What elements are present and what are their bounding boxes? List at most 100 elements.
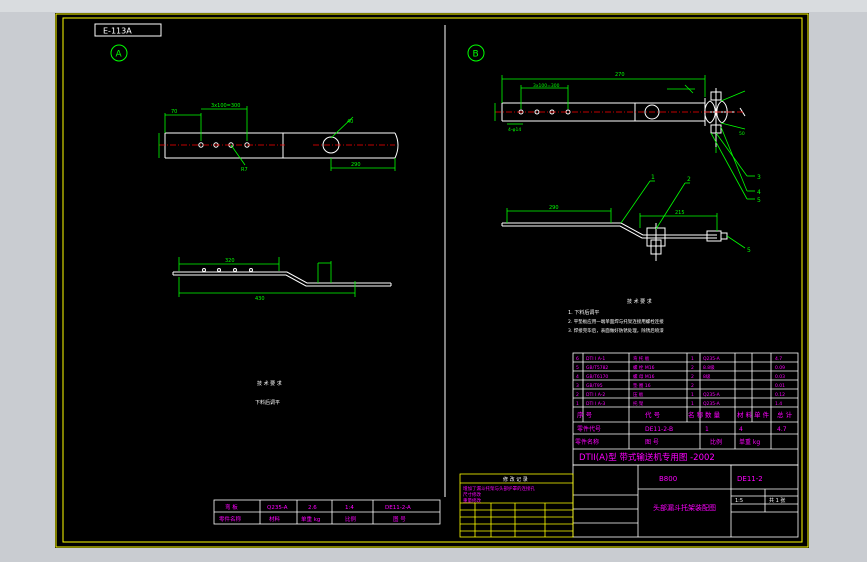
small-table-r2c1: 零件名称 (219, 515, 242, 523)
dim-a-3x100: 3x100=300 (211, 103, 240, 109)
small-table-r2c4: 比例 (345, 515, 357, 523)
drawing-canvas[interactable]: E-113A A B 70 3x100=300 R7 290 40 320 43… (55, 13, 809, 548)
right-notes-line1: 1. 下料后调平 (568, 309, 599, 316)
bom-cell: 3 (576, 383, 579, 389)
bom-h-4: 数 量 (705, 410, 721, 419)
dim-a-290: 290 (351, 162, 361, 168)
change-line2: 尺寸修改 (463, 491, 481, 498)
bom-h-3: 名 称 (688, 410, 704, 419)
title-scale: 1:5 (735, 498, 743, 504)
bom-cell: 2 (691, 365, 694, 371)
bom-h-1: 序 号 (577, 410, 593, 419)
dim-a-430: 430 (255, 296, 265, 302)
bom-cell: 2 (576, 392, 579, 398)
view-a-label: A (116, 50, 123, 60)
change-line3: 重量修改 (463, 497, 481, 504)
bom-r3-4: 单重 kg (739, 438, 760, 446)
bom-cell: Q235-A (703, 392, 721, 398)
bom-cell: GB/T95 (586, 383, 603, 389)
bom-cell: 6 (576, 356, 579, 362)
bom-cell: DTI I A-3 (586, 401, 605, 407)
small-table-r2c3: 单重 kg (301, 515, 320, 523)
bom-cell: 1 (576, 401, 579, 407)
bom-cell: GB/T6170 (586, 374, 608, 380)
bom-cell: 4 (576, 374, 579, 380)
view-a-side (172, 268, 392, 287)
bom-cell: 0.03 (775, 374, 785, 380)
bom-cell: 8级 (703, 373, 711, 380)
bom-cell: 0.01 (775, 383, 785, 389)
right-notes-line2: 2. 平垫板应用一端单面焊与托架连接用螺栓连接 (568, 318, 664, 325)
small-table-r1c5: DE11-2-A (385, 505, 411, 511)
bom-cell: 1 (691, 392, 694, 398)
bom-h-5: 材 料 (737, 410, 753, 419)
small-table (213, 499, 441, 525)
left-notes-line1: 下料后调平 (255, 399, 280, 406)
bom-cell: 4.7 (775, 356, 782, 362)
dim-b-4phi14: 4-φ14 (508, 127, 521, 133)
dim-a-320: 320 (225, 258, 235, 264)
cad-viewport: E-113A A B 70 3x100=300 R7 290 40 320 43… (0, 0, 867, 562)
small-table-r2c2: 材料 (269, 515, 281, 523)
bom-cell: 0.12 (775, 392, 785, 398)
small-table-r1c4: 1:4 (345, 505, 354, 511)
view-a-side-dims (178, 257, 356, 297)
view-a-plan (159, 132, 399, 159)
bom-cell: 8.8级 (703, 364, 715, 371)
small-table-r2c5: 图 号 (393, 515, 406, 523)
title-code: B800 (659, 475, 677, 483)
small-table-r1c2: Q235-A (267, 505, 288, 511)
bom-h-7: 总 计 (777, 410, 793, 419)
bom-cell: 5 (576, 365, 579, 371)
bom-cell: DTI I A-1 (586, 356, 605, 362)
bom-cell: 垫 圈 16 (633, 382, 651, 389)
bom-h2-3: 1 (705, 426, 709, 433)
bom-cell: GB/T5782 (586, 365, 608, 371)
title-main: DTII(A)型 带式输送机专用图 -2002 (579, 452, 715, 463)
change-line1: 增加了漏斗托架与头部护罩的连接孔 (463, 485, 535, 492)
bom-cell: 弯 托 板 (633, 355, 650, 362)
title-sheet: 共 1 张 (769, 497, 785, 504)
dim-b-3x100: 3x100=300 (533, 83, 560, 89)
dim-b-290: 290 (549, 205, 559, 211)
dim-a-40: 40 (347, 119, 353, 125)
title-block-grid (572, 464, 799, 538)
change-table-grid (459, 473, 574, 538)
drawing-code: E-113A (103, 27, 132, 36)
bom-cell: Q235-A (703, 401, 721, 407)
drawing-svg: E-113A A B 70 3x100=300 R7 290 40 320 43… (55, 13, 809, 548)
right-notes-heading: 技 术 要 求 (627, 298, 652, 305)
dim-b-50: 50 (739, 131, 745, 137)
inner-frame (62, 17, 803, 543)
small-table-r1c1: 弯 板 (225, 503, 238, 511)
small-table-r2c1-ref: 零件名称 (575, 438, 599, 446)
bom-cell: Q235-A (703, 356, 721, 362)
view-b-plan (501, 88, 746, 147)
bom-cell: 螺 母 M16 (633, 373, 655, 380)
bom-cell: 螺 栓 M16 (633, 364, 655, 371)
bom-cell: 2 (691, 383, 694, 389)
view-b-side (501, 222, 728, 261)
bom-h2-2: DE11-2-B (645, 426, 673, 433)
small-table-r1c3: 2.6 (308, 505, 317, 511)
bom-h2-1: 零件代号 (577, 425, 601, 433)
title-drawing-no: DE11-2 (737, 475, 763, 483)
view-b-label: B (473, 50, 479, 60)
callout-6: 5 (757, 197, 761, 204)
bom-r3-2: 图 号 (645, 439, 659, 446)
viewport-top-strip (0, 0, 867, 12)
bom-rows: 6 DTI I A-1 弯 托 板 1 Q235-A 4.7 5 GB/T5782 螺 栓 M1… (576, 355, 785, 407)
bom-cell: DTI I A-2 (586, 392, 605, 398)
callout-4: 4 (757, 189, 761, 196)
outer-frame (55, 13, 809, 548)
bom-cell: 2 (691, 374, 694, 380)
callout-5: 5 (747, 247, 751, 254)
right-notes-line3: 3. 焊接完毕后，表面做好防锈处理，除锈后喷漆 (568, 327, 664, 334)
dim-a-70: 70 (171, 109, 177, 115)
bom-h2-5: 4.7 (777, 426, 787, 433)
dim-b-270: 270 (615, 72, 625, 78)
bom-cell: 1 (691, 401, 694, 407)
bom-cell: 1 (691, 356, 694, 362)
bom-cell: 压 板 (633, 391, 644, 398)
bom-cell: 0.09 (775, 365, 785, 371)
